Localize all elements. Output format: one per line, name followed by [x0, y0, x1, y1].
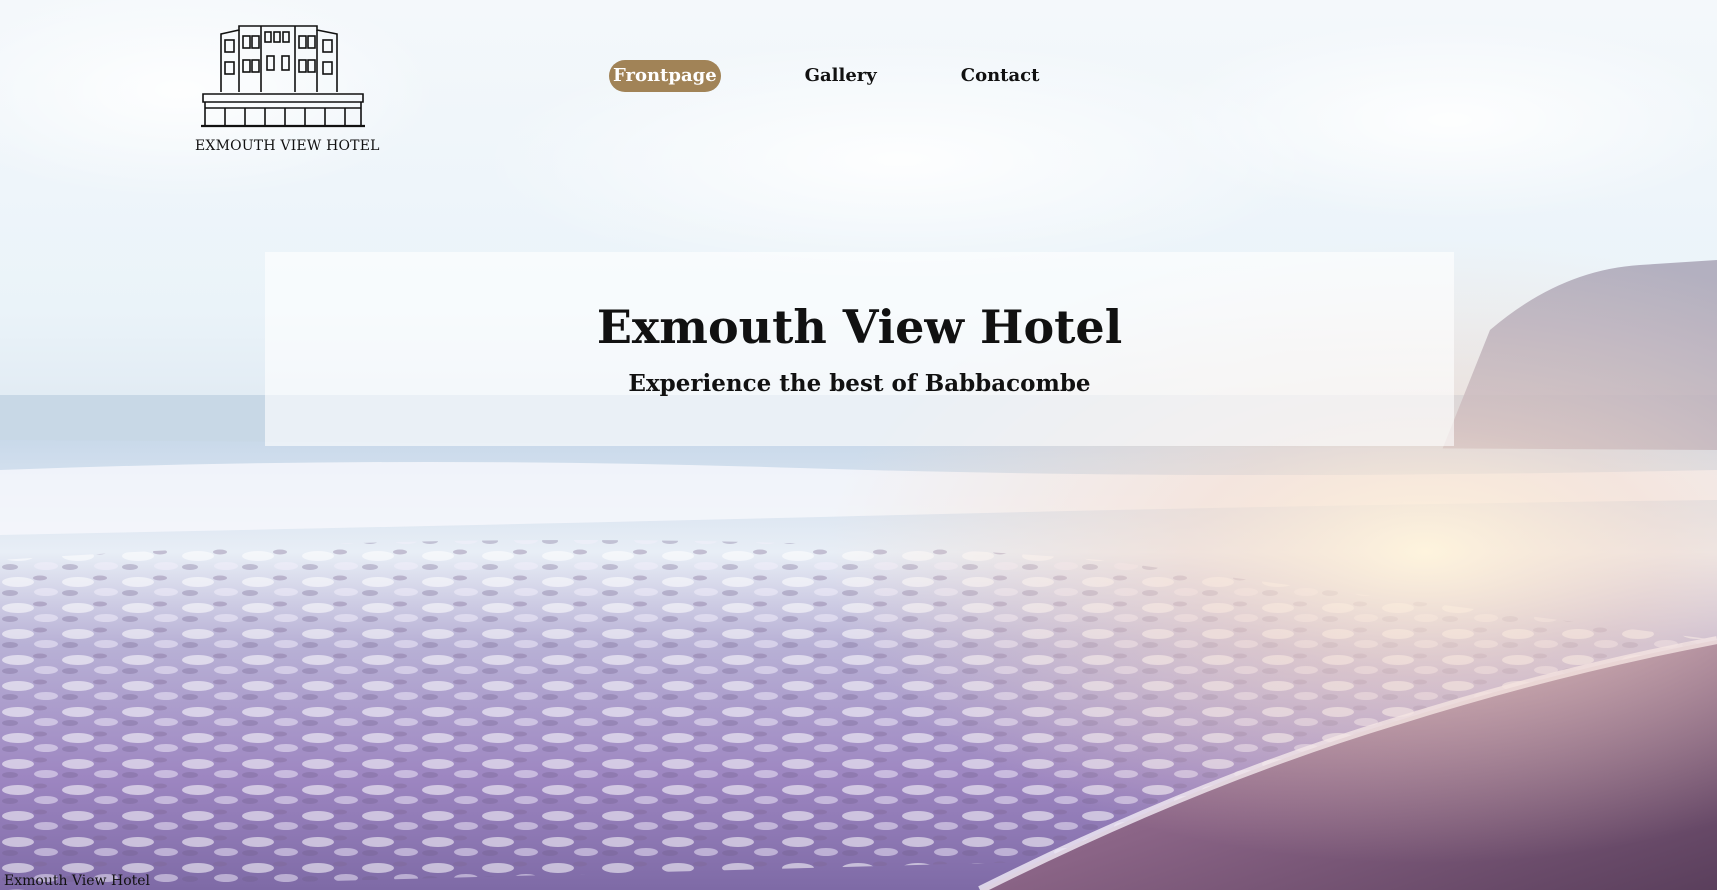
hero-title: Exmouth View Hotel: [596, 300, 1123, 354]
footer-site-name: Exmouth View Hotel: [4, 873, 151, 889]
hotel-building-icon: [201, 25, 365, 128]
hero-subtitle: Experience the best of Babbacombe: [628, 370, 1091, 397]
site-logo[interactable]: EXMOUTH VIEW HOTEL: [195, 22, 380, 162]
site-header: EXMOUTH VIEW HOTEL Frontpage Gallery Con…: [0, 0, 1717, 170]
main-nav: Frontpage Gallery Contact: [609, 59, 1043, 93]
nav-item-frontpage[interactable]: Frontpage: [609, 60, 721, 92]
nav-item-contact[interactable]: Contact: [957, 60, 1044, 92]
nav-item-gallery[interactable]: Gallery: [801, 60, 881, 92]
hero-banner: Exmouth View Hotel Experience the best o…: [265, 252, 1454, 446]
logo-text: EXMOUTH VIEW HOTEL: [195, 138, 380, 154]
